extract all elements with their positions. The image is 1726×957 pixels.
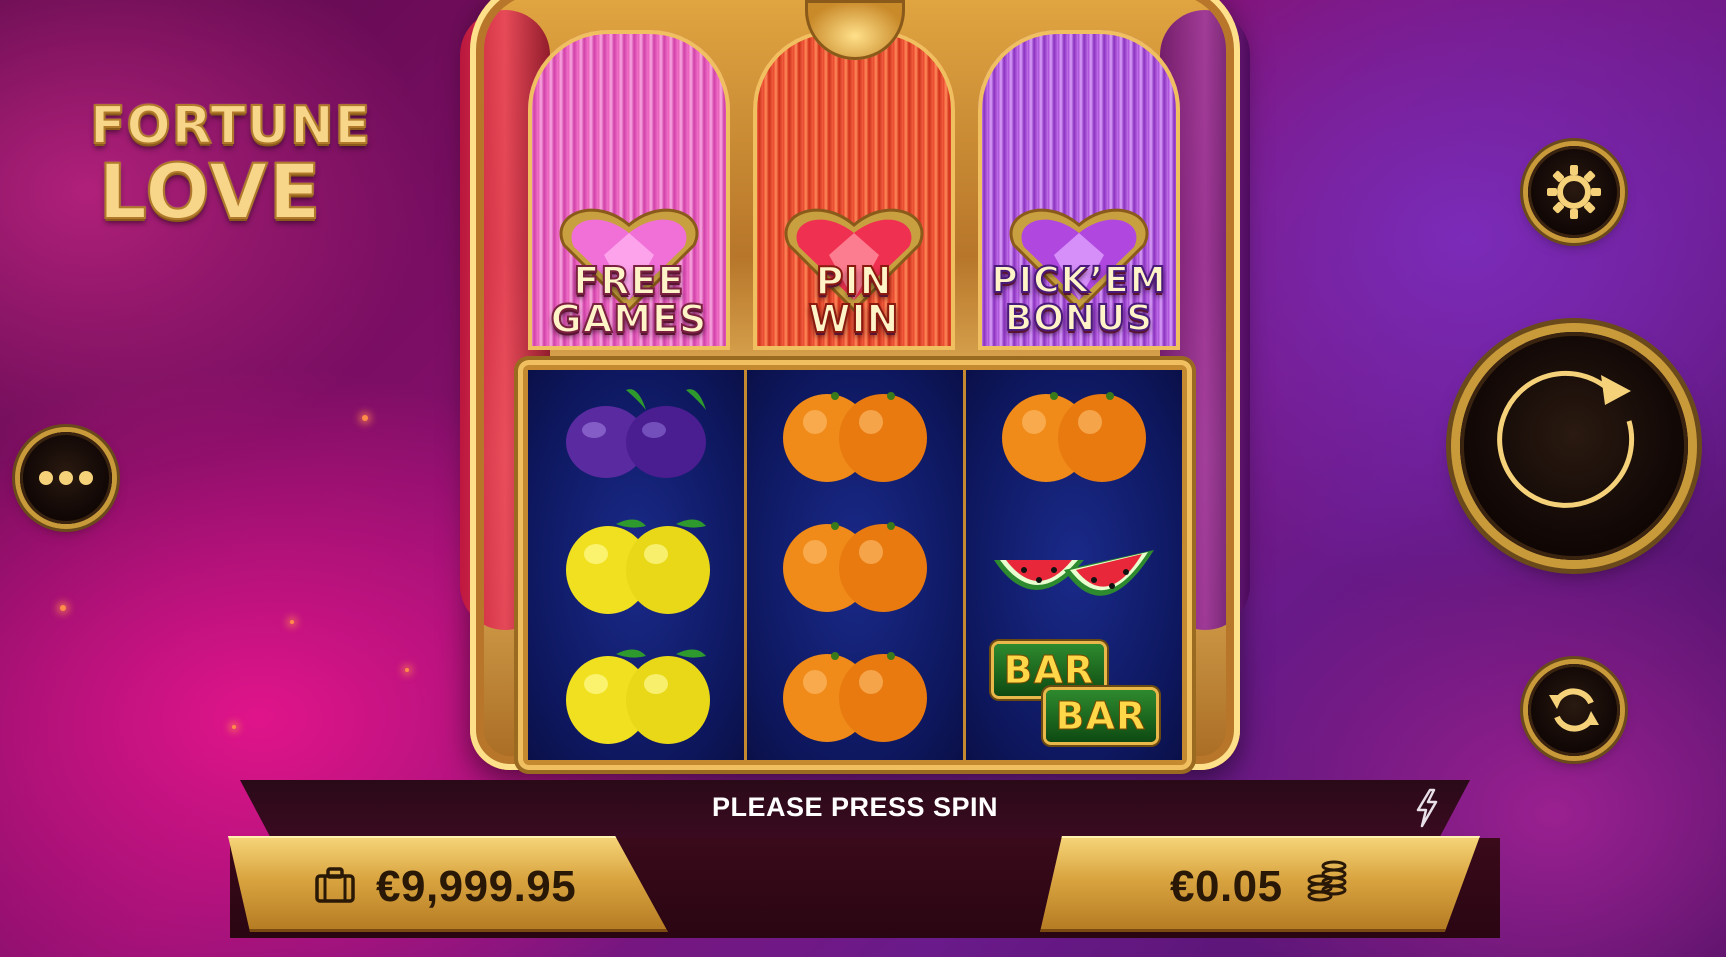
feature-label-free-games: FREE GAMES: [528, 259, 730, 341]
game-logo: FORTUNE LOVE: [89, 96, 372, 236]
reel-2: [747, 370, 963, 760]
plum-symbol: [528, 370, 744, 500]
spin-button[interactable]: [1460, 332, 1688, 560]
status-message: PLEASE PRESS SPIN: [711, 792, 999, 822]
sparkle: [232, 725, 236, 729]
autoplay-icon: [1549, 688, 1599, 732]
orange-icon: [783, 652, 927, 742]
orange-symbol: [966, 370, 1182, 500]
sparkle: [60, 605, 66, 611]
feature-label-line1: PIN: [815, 259, 893, 303]
feature-label-line2: BONUS: [1004, 298, 1154, 339]
orange-icon: [783, 392, 927, 482]
orange-symbol: [747, 370, 963, 500]
lightning-icon[interactable]: [1412, 788, 1442, 828]
bar-symbol: BAR BAR: [966, 630, 1182, 760]
sparkle: [290, 620, 294, 624]
lemon-symbol: [528, 500, 744, 630]
logo-line-love: LOVE: [97, 147, 322, 236]
reel-area: BAR BAR: [523, 365, 1187, 765]
bar-tile-top: BAR: [994, 644, 1104, 696]
reel-1: [528, 370, 744, 760]
orange-symbol: [747, 630, 963, 760]
sparkle: [405, 668, 409, 672]
autoplay-button[interactable]: [1528, 664, 1620, 756]
feature-label-pin-win: PIN WIN: [753, 259, 955, 341]
feature-label-line1: PICK’EM: [990, 260, 1167, 301]
watermelon-symbol: [966, 500, 1182, 630]
logo-line-fortune: FORTUNE: [89, 96, 372, 156]
gear-icon: [1547, 165, 1601, 219]
lemon-symbol: [528, 630, 744, 760]
orange-icon: [783, 522, 927, 612]
coins-icon[interactable]: [1306, 860, 1348, 904]
bet-value[interactable]: €0.05: [1170, 862, 1283, 912]
spin-arrow-icon: [1497, 370, 1635, 508]
menu-button[interactable]: [20, 432, 112, 524]
wallet-icon: [315, 867, 355, 903]
bar-icon: BAR BAR: [984, 640, 1164, 750]
sparkle: [362, 415, 368, 421]
slot-machine: FREE GAMES PIN WIN PICK’EM BONUS BAR BAR: [460, 0, 1250, 780]
bar-tile-bottom: BAR: [1046, 690, 1156, 742]
lemon-icon: [566, 649, 710, 744]
feature-label-pickem-bonus: PICK’EM BONUS: [978, 260, 1180, 339]
feature-label-line1: FREE: [572, 259, 685, 303]
watermelon-icon: [994, 550, 1154, 596]
plum-icon: [566, 389, 706, 478]
feature-label-line2: WIN: [808, 297, 900, 341]
orange-icon: [1002, 392, 1146, 482]
balance-value: €9,999.95: [376, 862, 577, 911]
more-dots-icon: [39, 471, 93, 485]
reel-3: BAR BAR: [966, 370, 1182, 760]
orange-symbol: [747, 500, 963, 630]
feature-label-line2: GAMES: [550, 297, 708, 341]
settings-button[interactable]: [1528, 146, 1620, 238]
lemon-icon: [566, 519, 710, 614]
